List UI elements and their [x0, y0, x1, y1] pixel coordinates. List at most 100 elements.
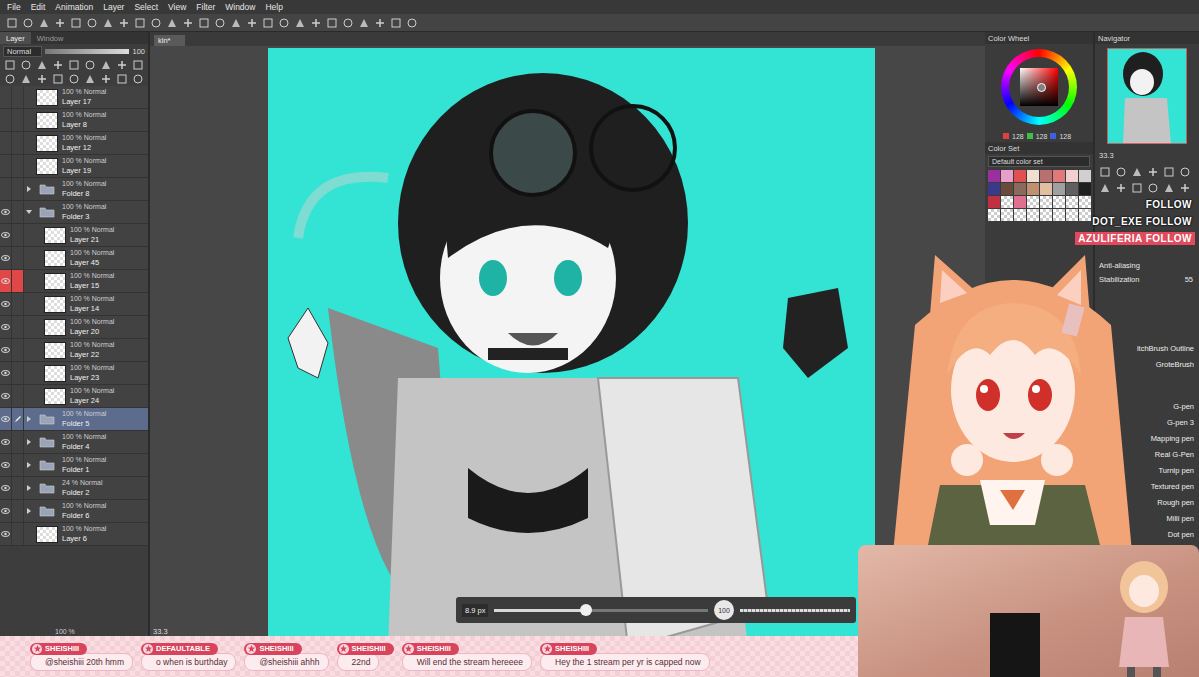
tool-icon[interactable] [22, 17, 34, 29]
color-swatch[interactable] [1040, 196, 1052, 208]
menu-item[interactable]: Animation [50, 2, 98, 12]
expand-caret[interactable] [26, 209, 34, 215]
zoom-value[interactable]: 33.3 [1099, 151, 1114, 160]
visibility-toggle[interactable] [0, 316, 12, 338]
tool-icon[interactable] [1147, 182, 1159, 194]
tool-icon[interactable] [86, 17, 98, 29]
tool-icon[interactable] [68, 73, 80, 85]
color-swatch[interactable] [1066, 196, 1078, 208]
color-set-dropdown[interactable]: Default color set [988, 156, 1090, 167]
layer-row[interactable]: 100 % NormalLayer 8 [0, 109, 148, 132]
color-swatch[interactable] [1079, 209, 1091, 221]
tool-icon[interactable] [1179, 166, 1191, 178]
visibility-toggle[interactable] [0, 431, 12, 453]
stabilization-value[interactable]: 55 [1185, 275, 1193, 284]
color-swatch[interactable] [1014, 170, 1026, 182]
tool-icon[interactable] [342, 17, 354, 29]
tool-icon[interactable] [230, 17, 242, 29]
color-swatch[interactable] [1001, 209, 1013, 221]
color-swatch[interactable] [988, 183, 1000, 195]
tool-icon[interactable] [198, 17, 210, 29]
color-swatch[interactable] [1014, 209, 1026, 221]
blend-mode-dropdown[interactable]: Normal [3, 46, 42, 57]
menu-item[interactable]: View [163, 2, 191, 12]
tool-icon[interactable] [294, 17, 306, 29]
tool-icon[interactable] [52, 73, 64, 85]
tool-icon[interactable] [1115, 182, 1127, 194]
visibility-toggle[interactable] [0, 109, 12, 131]
tool-icon[interactable] [166, 17, 178, 29]
visibility-toggle[interactable] [0, 339, 12, 361]
tool-icon[interactable] [406, 17, 418, 29]
tool-icon[interactable] [20, 59, 32, 71]
layer-row[interactable]: 100 % NormalFolder 6 [0, 500, 148, 523]
visibility-toggle[interactable] [0, 247, 12, 269]
brush-opacity-track[interactable] [740, 609, 850, 612]
tool-icon[interactable] [182, 17, 194, 29]
visibility-toggle[interactable] [0, 86, 12, 108]
color-swatch[interactable] [1053, 183, 1065, 195]
layer-row[interactable]: 100 % NormalLayer 24 [0, 385, 148, 408]
illustration-icon[interactable] [268, 48, 875, 648]
color-swatch[interactable] [1066, 183, 1078, 195]
layer-row[interactable]: 100 % NormalLayer 15 [0, 270, 148, 293]
color-wheel[interactable] [985, 44, 1093, 130]
expand-caret[interactable] [26, 439, 34, 445]
visibility-toggle[interactable] [0, 270, 12, 292]
tool-icon[interactable] [4, 73, 16, 85]
tool-icon[interactable] [150, 17, 162, 29]
menu-item[interactable]: Layer [98, 2, 129, 12]
tool-icon[interactable] [1115, 166, 1127, 178]
color-swatch[interactable] [1079, 170, 1091, 182]
layer-row[interactable]: 100 % NormalLayer 45 [0, 247, 148, 270]
tool-icon[interactable] [1099, 166, 1111, 178]
layer-row[interactable]: 100 % NormalFolder 1 [0, 454, 148, 477]
menu-item[interactable]: Window [220, 2, 260, 12]
tool-icon[interactable] [102, 17, 114, 29]
visibility-toggle[interactable] [0, 132, 12, 154]
layer-row[interactable]: 100 % NormalFolder 5 [0, 408, 148, 431]
tool-icon[interactable] [36, 59, 48, 71]
visibility-toggle[interactable] [0, 201, 12, 223]
color-swatch[interactable] [1001, 170, 1013, 182]
expand-caret[interactable] [26, 416, 34, 422]
layer-row[interactable]: 100 % NormalLayer 23 [0, 362, 148, 385]
visibility-toggle[interactable] [0, 523, 12, 545]
visibility-toggle[interactable] [0, 155, 12, 177]
expand-caret[interactable] [26, 186, 34, 192]
layer-row[interactable]: 100 % NormalLayer 14 [0, 293, 148, 316]
tool-icon[interactable] [262, 17, 274, 29]
brush-size-thumb[interactable] [580, 604, 592, 616]
tool-icon[interactable] [1163, 166, 1175, 178]
panel-tab[interactable]: Layer [0, 32, 31, 44]
color-swatch[interactable] [1066, 209, 1078, 221]
tool-icon[interactable] [70, 17, 82, 29]
color-swatch[interactable] [1027, 170, 1039, 182]
tool-icon[interactable] [374, 17, 386, 29]
tool-icon[interactable] [20, 73, 32, 85]
tool-icon[interactable] [132, 59, 144, 71]
layer-row[interactable]: 100 % NormalLayer 20 [0, 316, 148, 339]
opacity-track[interactable] [45, 49, 129, 54]
tool-icon[interactable] [100, 73, 112, 85]
visibility-toggle[interactable] [0, 385, 12, 407]
drawing-canvas[interactable] [268, 48, 875, 677]
tool-icon[interactable] [1163, 182, 1175, 194]
color-swatch[interactable] [1053, 170, 1065, 182]
visibility-toggle[interactable] [0, 454, 12, 476]
tool-icon[interactable] [310, 17, 322, 29]
color-swatch[interactable] [1001, 183, 1013, 195]
color-swatch[interactable] [988, 209, 1000, 221]
visibility-toggle[interactable] [0, 408, 12, 430]
layer-row[interactable]: 100 % NormalFolder 3 [0, 201, 148, 224]
tool-icon[interactable] [4, 59, 16, 71]
visibility-toggle[interactable] [0, 224, 12, 246]
tool-icon[interactable] [1179, 182, 1191, 194]
menu-item[interactable]: Help [260, 2, 287, 12]
tool-icon[interactable] [68, 59, 80, 71]
color-swatch[interactable] [1001, 196, 1013, 208]
color-swatch[interactable] [1079, 196, 1091, 208]
menu-item[interactable]: File [2, 2, 26, 12]
color-swatch[interactable] [1040, 170, 1052, 182]
tool-icon[interactable] [326, 17, 338, 29]
